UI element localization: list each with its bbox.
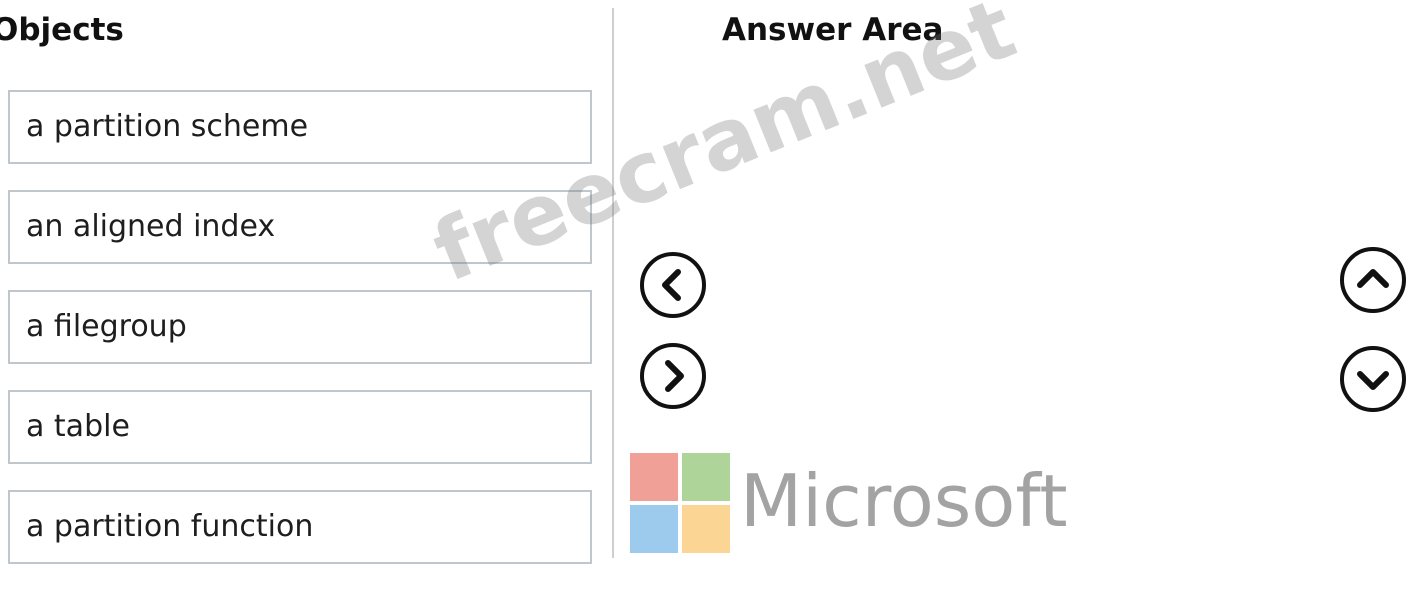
object-item-table[interactable]: a table	[8, 390, 592, 464]
logo-square-blue	[630, 505, 678, 553]
microsoft-logo-icon	[630, 453, 730, 553]
move-down-button[interactable]	[1340, 346, 1406, 412]
logo-square-yellow	[682, 505, 730, 553]
logo-square-green	[682, 453, 730, 501]
move-left-button[interactable]	[640, 252, 706, 318]
chevron-up-icon	[1357, 269, 1389, 288]
object-item-partition-function[interactable]: a partition function	[8, 490, 592, 564]
object-item-partition-scheme[interactable]: a partition scheme	[8, 90, 592, 164]
microsoft-wordmark: Microsoft	[740, 459, 1068, 543]
chevron-down-icon	[1357, 371, 1389, 390]
object-item-filegroup[interactable]: a filegroup	[8, 290, 592, 364]
objects-list: a partition scheme an aligned index a fi…	[8, 90, 592, 590]
chevron-right-icon	[665, 360, 684, 392]
panel-divider	[612, 8, 614, 558]
move-right-button[interactable]	[640, 343, 706, 409]
chevron-left-icon	[662, 269, 681, 301]
logo-square-red	[630, 453, 678, 501]
move-up-button[interactable]	[1340, 247, 1406, 313]
objects-heading: Objects	[0, 12, 124, 48]
